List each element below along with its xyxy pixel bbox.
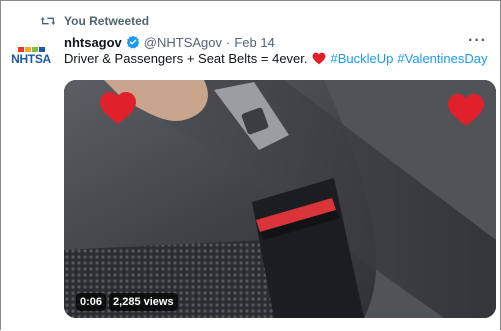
tweet-header: nhtsagov @NHTSAgov · Feb 14 ···: [64, 32, 487, 52]
avatar[interactable]: NHTSA: [10, 40, 52, 72]
hashtag-valentinesday[interactable]: #ValentinesDay: [397, 51, 487, 66]
account-name[interactable]: nhtsagov: [64, 35, 122, 50]
retweet-icon: [40, 17, 56, 25]
verified-badge-icon[interactable]: [126, 35, 140, 49]
video-views: 2,285 views: [109, 293, 178, 311]
heart-emoji-icon: [312, 52, 325, 65]
video-duration: 0:06: [76, 293, 107, 311]
retweet-banner: You Retweeted: [40, 12, 149, 30]
video-overlay: 0:06 2,285 views: [76, 293, 178, 311]
video-player[interactable]: [64, 80, 496, 318]
tweet-date[interactable]: Feb 14: [234, 35, 274, 50]
video-frame: [64, 80, 496, 318]
tweet-text: Driver & Passengers + Seat Belts = 4ever…: [64, 51, 491, 66]
retweet-label: You Retweeted: [64, 14, 150, 28]
account-handle[interactable]: @NHTSAgov: [144, 35, 222, 50]
separator-dot: ·: [226, 34, 231, 50]
avatar-text: NHTSA: [11, 52, 51, 66]
more-options-button[interactable]: ···: [468, 32, 487, 50]
tweet-body: Driver & Passengers + Seat Belts = 4ever…: [64, 51, 308, 66]
hashtag-buckleup[interactable]: #BuckleUp: [331, 51, 394, 66]
